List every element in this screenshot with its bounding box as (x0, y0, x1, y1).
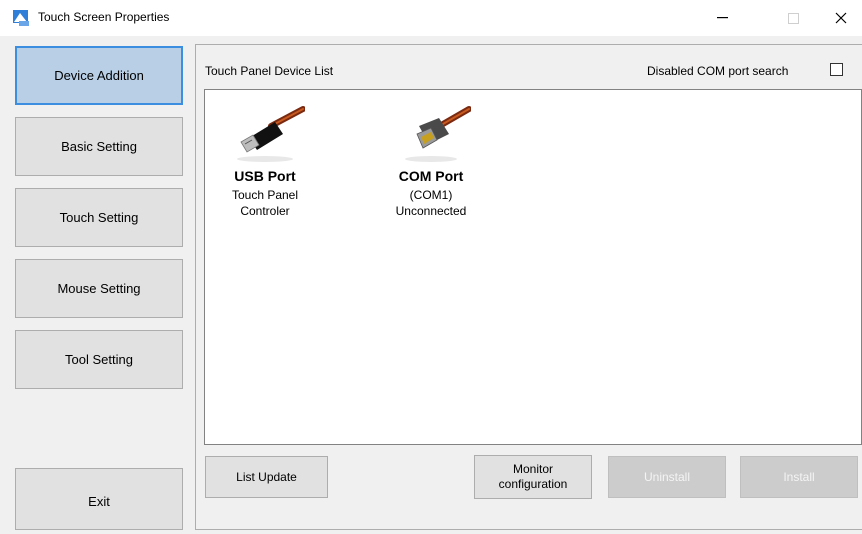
com-search-checkbox[interactable] (830, 63, 843, 76)
window-title: Touch Screen Properties (38, 10, 170, 24)
app-icon (13, 10, 29, 26)
minimize-icon (717, 17, 728, 19)
usb-cable-icon (237, 106, 305, 162)
list-update-button[interactable]: List Update (205, 456, 328, 498)
nav-label: Mouse Setting (57, 281, 141, 296)
close-button[interactable] (818, 0, 862, 36)
device-title: COM Port (398, 168, 464, 184)
device-list-title: Touch Panel Device List (205, 64, 334, 78)
nav-basic-setting[interactable]: Basic Setting (15, 117, 183, 176)
com-search-label: Disabled COM port search (647, 64, 789, 78)
maximize-button (770, 0, 816, 36)
exit-label: Exit (88, 493, 110, 509)
close-icon (835, 12, 847, 24)
monitor-configuration-label: Monitor configuration (498, 462, 568, 491)
uninstall-label: Uninstall (643, 469, 691, 484)
device-usb[interactable]: USB Port Touch Panel Controler (210, 104, 320, 219)
title-bar: Touch Screen Properties (0, 0, 862, 36)
nav-label: Basic Setting (61, 139, 137, 154)
serial-cable-icon (405, 106, 471, 162)
maximize-icon (787, 12, 799, 24)
monitor-configuration-button[interactable]: Monitor configuration (474, 455, 592, 499)
uninstall-button: Uninstall (608, 456, 726, 498)
device-desc-line1: Touch Panel (231, 188, 299, 202)
device-com[interactable]: COM Port (COM1) Unconnected (376, 104, 486, 219)
nav-label: Tool Setting (65, 352, 133, 367)
device-desc-line1: (COM1) (409, 188, 453, 202)
nav-tool-setting[interactable]: Tool Setting (15, 330, 183, 389)
install-label: Install (783, 469, 815, 484)
install-button: Install (740, 456, 858, 498)
list-update-label: List Update (236, 469, 297, 484)
nav-label: Device Addition (54, 68, 144, 83)
nav-mouse-setting[interactable]: Mouse Setting (15, 259, 183, 318)
exit-button[interactable]: Exit (15, 468, 183, 530)
device-desc-line2: Unconnected (395, 204, 467, 218)
nav-label: Touch Setting (59, 210, 139, 225)
minimize-button[interactable] (700, 0, 746, 36)
device-desc-line2: Controler (240, 204, 290, 218)
nav-device-addition[interactable]: Device Addition (15, 46, 183, 105)
nav-touch-setting[interactable]: Touch Setting (15, 188, 183, 247)
device-title: USB Port (234, 168, 296, 184)
